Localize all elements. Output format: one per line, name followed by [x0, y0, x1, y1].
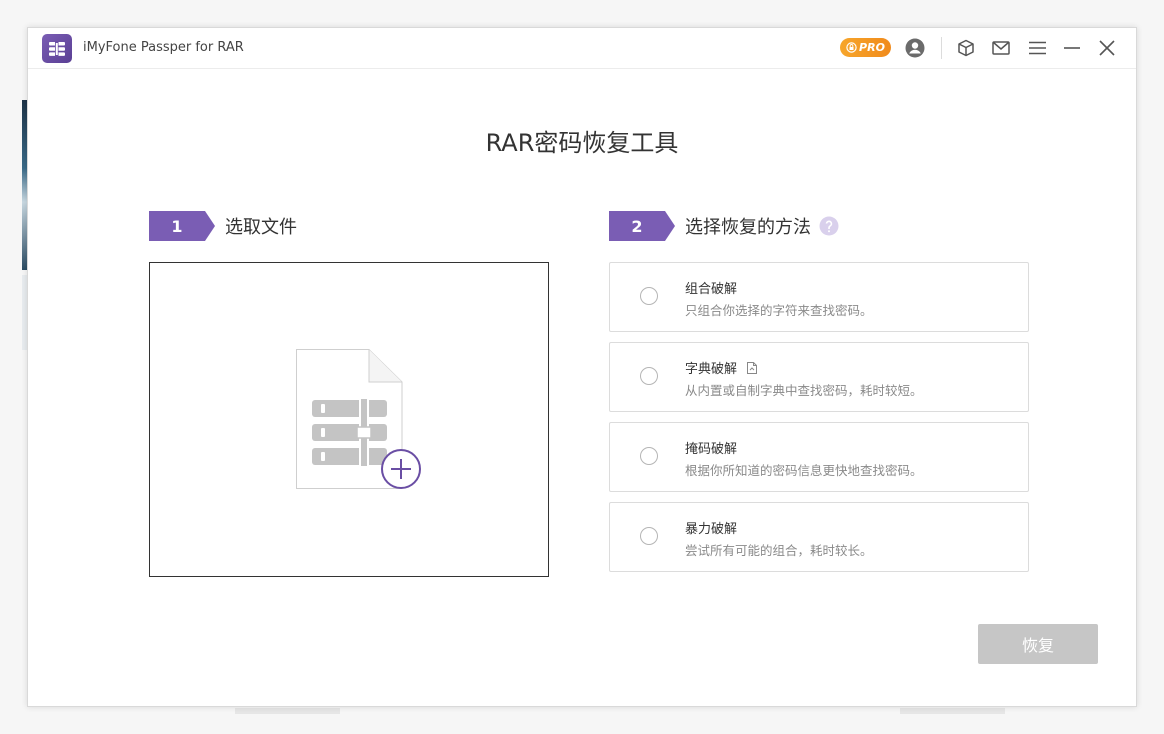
method-radio[interactable] [640, 447, 658, 465]
step-1-header: 1 选取文件 [149, 211, 297, 241]
recover-button[interactable]: 恢复 [978, 624, 1098, 664]
package-icon[interactable] [955, 37, 977, 59]
method-description: 根据你所知道的密码信息更快地查找密码。 [685, 463, 923, 478]
title-bar: iMyFone Passper for RAR PRO [28, 28, 1136, 69]
help-icon[interactable] [819, 216, 839, 236]
method-title-text: 暴力破解 [685, 522, 738, 537]
method-dictionary[interactable]: 字典破解 从内置或自制字典中查找密码，耗时较短。 [609, 342, 1029, 412]
method-radio[interactable] [640, 287, 658, 305]
titlebar-separator [941, 37, 942, 59]
pro-lock-icon [846, 42, 857, 53]
menu-icon[interactable] [1026, 37, 1048, 59]
method-title: 暴力破解 [685, 518, 737, 537]
method-description: 只组合你选择的字符来查找密码。 [685, 303, 873, 318]
app-title: iMyFone Passper for RAR [83, 40, 244, 55]
step-2-header: 2 选择恢复的方法 [609, 211, 839, 241]
close-icon[interactable] [1096, 37, 1118, 59]
dictionary-file-icon[interactable] [745, 361, 759, 375]
background-taskbar-fragment [900, 708, 1005, 714]
method-title: 掩码破解 [685, 438, 737, 457]
method-description: 从内置或自制字典中查找密码，耗时较短。 [685, 383, 923, 398]
pro-badge[interactable]: PRO [840, 38, 891, 57]
method-title-text: 组合破解 [685, 282, 738, 297]
background-taskbar-fragment [235, 708, 340, 714]
method-mask[interactable]: 掩码破解 根据你所知道的密码信息更快地查找密码。 [609, 422, 1029, 492]
file-drop-zone[interactable] [149, 262, 549, 577]
method-title: 组合破解 [685, 278, 737, 297]
method-title-text: 字典破解 [685, 362, 738, 377]
method-radio[interactable] [640, 527, 658, 545]
method-radio[interactable] [640, 367, 658, 385]
method-title-text: 掩码破解 [685, 442, 738, 457]
method-combination[interactable]: 组合破解 只组合你选择的字符来查找密码。 [609, 262, 1029, 332]
page-title: RAR密码恢复工具 [485, 129, 679, 157]
step-1-label: 选取文件 [225, 217, 297, 238]
minimize-icon[interactable] [1061, 37, 1083, 59]
mail-icon[interactable] [990, 37, 1012, 59]
add-rar-file-icon [296, 349, 424, 497]
step-2-label: 选择恢复的方法 [685, 217, 811, 238]
step-2-number: 2 [609, 211, 675, 241]
pro-label: PRO [859, 41, 885, 54]
app-logo-icon [42, 34, 72, 63]
user-icon[interactable] [904, 37, 926, 59]
method-description: 尝试所有可能的组合，耗时较长。 [685, 543, 873, 558]
app-window: iMyFone Passper for RAR PRO RAR密码恢复工具 1 … [27, 27, 1137, 707]
step-1-number: 1 [149, 211, 215, 241]
method-title: 字典破解 [685, 358, 759, 377]
method-brute-force[interactable]: 暴力破解 尝试所有可能的组合，耗时较长。 [609, 502, 1029, 572]
